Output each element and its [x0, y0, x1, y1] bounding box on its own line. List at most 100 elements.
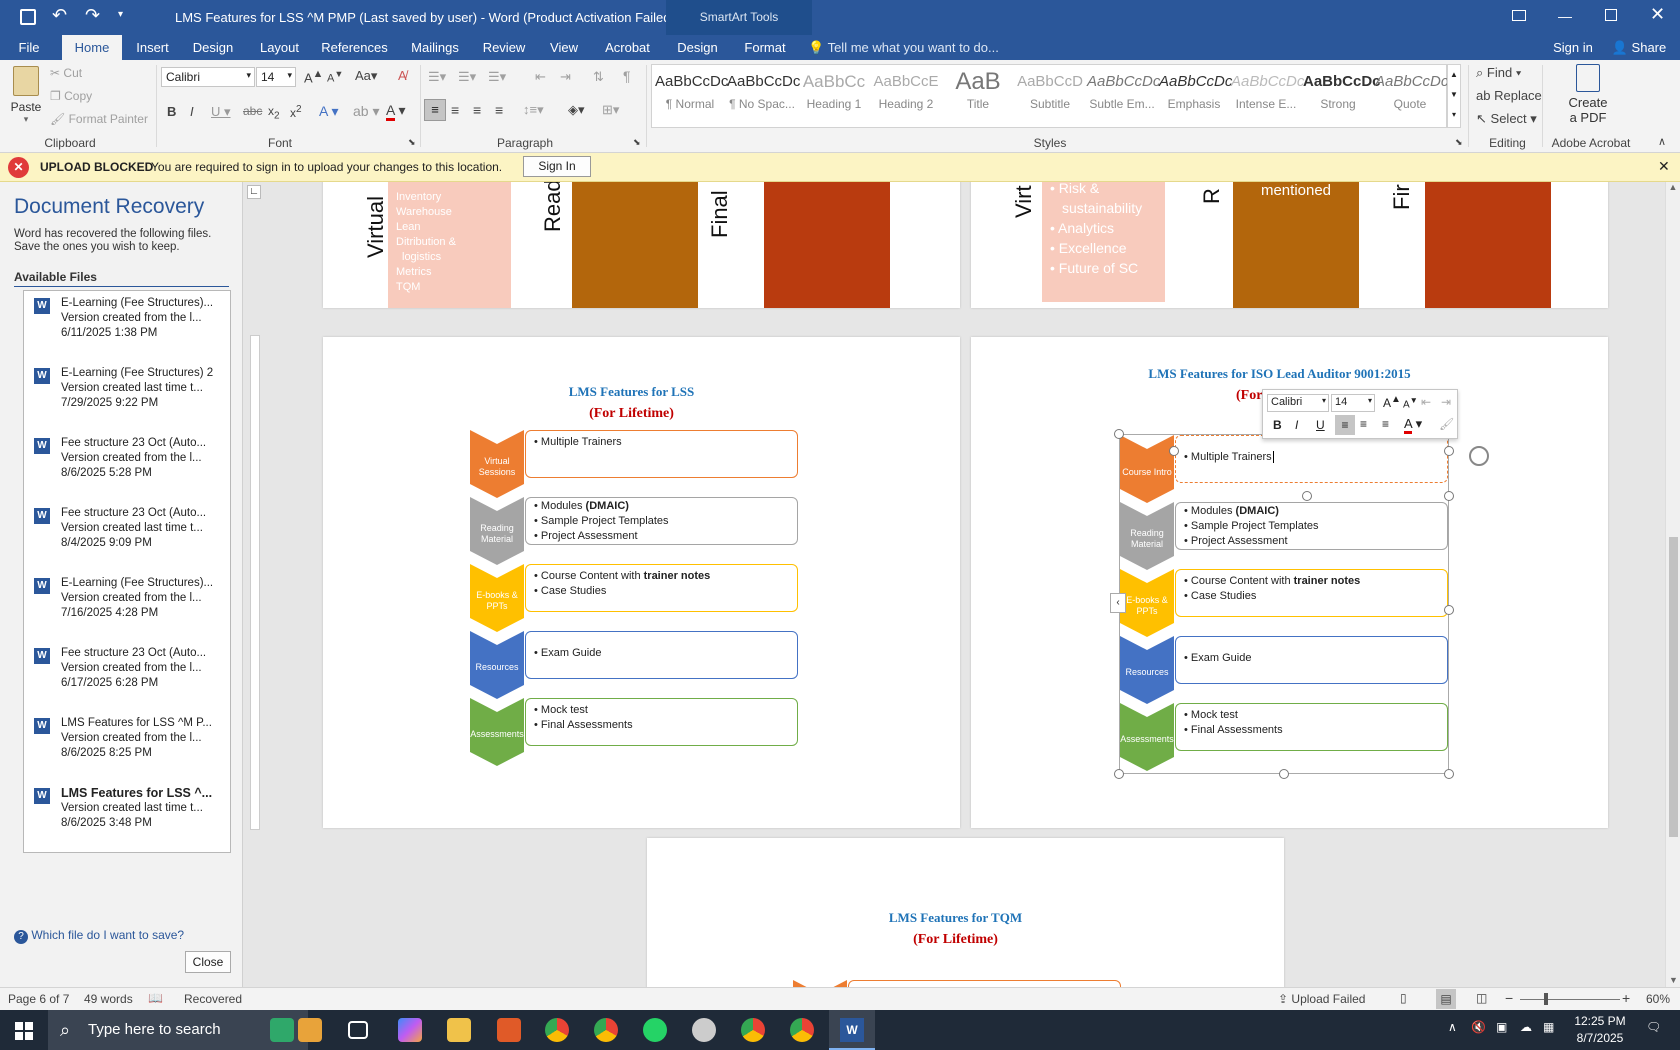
style-heading-1[interactable]: AaBbCc Heading 1 — [799, 67, 869, 111]
sort-icon[interactable]: ⇅ — [593, 69, 604, 85]
font-dialog-launcher-icon[interactable]: ⬊ — [408, 137, 416, 148]
tab-review[interactable]: Review — [480, 35, 528, 60]
paragraph-dialog-launcher-icon[interactable]: ⬊ — [633, 137, 641, 148]
tab-home[interactable]: Home — [62, 35, 122, 60]
style-intense-emphasis[interactable]: AaBbCcDc Intense E... — [1231, 67, 1304, 111]
resize-handle[interactable] — [1444, 769, 1454, 779]
clock-app-icon[interactable] — [692, 1018, 716, 1042]
scroll-thumb[interactable] — [1669, 537, 1678, 837]
cut-button[interactable]: ✂ Cut — [50, 66, 82, 80]
tab-view[interactable]: View — [546, 35, 582, 60]
sign-in-link[interactable]: Sign in — [1548, 35, 1598, 60]
tab-insert[interactable]: Insert — [130, 35, 175, 60]
mini-grow-font-icon[interactable]: A▲ — [1383, 394, 1401, 410]
tray-chevron-icon[interactable]: ∧ — [1448, 1020, 1457, 1034]
copy-button[interactable]: ❐ Copy — [50, 89, 92, 103]
style-title[interactable]: AaB Title — [943, 67, 1013, 111]
grow-font-icon[interactable]: A▲ — [304, 68, 323, 85]
chrome-icon[interactable] — [741, 1018, 765, 1042]
weather-icon[interactable]: ☁ — [1520, 1020, 1532, 1034]
print-layout-icon[interactable]: ▤ — [1436, 989, 1456, 1009]
numbering-icon[interactable]: ☰▾ — [458, 69, 476, 85]
step-text-box[interactable]: • Modules (DMAIC) • Sample Project Templa… — [1175, 502, 1448, 550]
app-icon[interactable] — [270, 1018, 294, 1042]
tab-smartart-design[interactable]: Design — [675, 35, 720, 60]
close-bar-icon[interactable]: ✕ — [1658, 158, 1670, 175]
mini-font-size[interactable]: 14 ▾ — [1331, 394, 1375, 412]
zoom-out-icon[interactable]: − — [1505, 990, 1513, 1006]
shrink-font-icon[interactable]: A▼ — [327, 69, 343, 85]
start-windows-icon[interactable] — [15, 1022, 33, 1040]
bullets-icon[interactable]: ☰▾ — [428, 69, 446, 85]
clear-formatting-icon[interactable]: A̸ — [398, 68, 407, 83]
increase-indent-icon[interactable]: ⇥ — [560, 69, 571, 85]
app-icon[interactable] — [298, 1018, 322, 1042]
style-heading-2[interactable]: AaBbCcE Heading 2 — [871, 67, 941, 111]
clock-time[interactable]: 12:25 PM — [1570, 1014, 1630, 1028]
subscript-icon[interactable]: x2 — [268, 104, 280, 121]
resize-handle[interactable] — [1114, 769, 1124, 779]
mini-decrease-indent-icon[interactable]: ⇤ — [1421, 395, 1431, 409]
resize-handle[interactable] — [1114, 429, 1124, 439]
rotate-handle-icon[interactable] — [1469, 446, 1489, 466]
collapse-ribbon-icon[interactable]: ∧ — [1658, 135, 1666, 148]
chrome-icon[interactable] — [545, 1018, 569, 1042]
styles-dialog-launcher-icon[interactable]: ⬊ — [1455, 137, 1463, 148]
mini-shrink-font-icon[interactable]: A▼ — [1403, 395, 1418, 410]
style-normal[interactable]: AaBbCcDc ¶ Normal — [655, 67, 728, 111]
chrome-icon[interactable] — [790, 1018, 814, 1042]
network-icon[interactable]: ▦ — [1543, 1020, 1554, 1034]
font-color-icon[interactable]: A ▾ — [386, 102, 406, 121]
mini-align-right-icon[interactable]: ≡ — [1382, 417, 1389, 431]
message-sign-in-button[interactable]: Sign In — [523, 156, 591, 177]
borders-icon[interactable]: ⊞▾ — [602, 102, 619, 118]
font-name-box[interactable]: Calibri ▾ — [161, 67, 255, 87]
smartart-iso[interactable]: Course Intro Reading Material E-books & PP… — [1110, 434, 1449, 774]
document-canvas[interactable]: Virtual Inventory Warehouse Lean Ditribu… — [265, 182, 1665, 987]
mini-font-name[interactable]: Calibri ▾ — [1267, 394, 1329, 412]
align-right-icon[interactable]: ≡ — [473, 102, 481, 118]
style-no-spacing[interactable]: AaBbCcDc ¶ No Spac... — [727, 67, 800, 111]
clock-date[interactable]: 8/7/2025 — [1570, 1031, 1630, 1045]
tab-layout[interactable]: Layout — [252, 35, 307, 60]
zoom-in-icon[interactable]: + — [1622, 990, 1630, 1006]
mini-bold-icon[interactable]: B — [1273, 418, 1282, 432]
strikethrough-icon[interactable]: abc — [243, 104, 262, 118]
align-left-icon[interactable]: ≡ — [424, 99, 446, 121]
align-center-icon[interactable]: ≡ — [451, 102, 459, 118]
step-text-box[interactable]: • Exam Guide — [525, 631, 798, 679]
paste-button[interactable]: Paste ▾ — [8, 64, 44, 130]
show-marks-icon[interactable]: ¶ — [623, 68, 631, 84]
undo-icon[interactable]: ↶ — [52, 5, 67, 26]
close-window-button[interactable]: ✕ — [1650, 4, 1665, 25]
page-count[interactable]: Page 6 of 7 — [8, 992, 69, 1006]
copilot-icon[interactable] — [398, 1018, 422, 1042]
read-mode-icon[interactable]: ▯ — [1400, 991, 1407, 1005]
style-strong[interactable]: AaBbCcDc Strong — [1303, 67, 1381, 111]
step-text-box[interactable]: • Modules (DMAIC) • Sample Project Templa… — [525, 497, 798, 545]
tell-me-box[interactable]: 💡 Tell me what you want to do... — [808, 35, 1028, 60]
scroll-up-icon[interactable]: ▲ — [1666, 182, 1680, 192]
tab-file[interactable]: File — [8, 35, 50, 60]
minimize-button[interactable]: — — [1558, 8, 1572, 24]
shape-handle[interactable] — [1444, 491, 1454, 501]
tab-references[interactable]: References — [318, 35, 391, 60]
justify-icon[interactable]: ≡ — [495, 102, 503, 118]
share-button[interactable]: 👤 Share — [1607, 35, 1671, 60]
chrome-icon[interactable] — [594, 1018, 618, 1042]
word-taskbar-button[interactable]: W — [829, 1010, 875, 1050]
mini-underline-icon[interactable]: U — [1316, 418, 1325, 432]
web-layout-icon[interactable]: ◫ — [1476, 991, 1487, 1005]
mini-increase-indent-icon[interactable]: ⇥ — [1441, 395, 1451, 409]
step-text-box[interactable]: • Mock test • Final Assessments — [1175, 703, 1448, 751]
ribbon-display-options-icon[interactable] — [1512, 10, 1526, 21]
line-spacing-icon[interactable]: ↕≡▾ — [523, 102, 544, 118]
step-text-box[interactable]: • Multiple Trainers — [525, 430, 798, 478]
mini-align-left-icon[interactable]: ≡ — [1335, 415, 1355, 435]
shading-icon[interactable]: ◈▾ — [568, 102, 585, 118]
select-button[interactable]: ↖ Select ▾ — [1476, 111, 1537, 127]
create-pdf-button[interactable]: Create a PDF — [1550, 64, 1626, 128]
italic-icon[interactable]: I — [190, 104, 194, 119]
change-case-icon[interactable]: Aa▾ — [355, 68, 377, 84]
smartart-lss[interactable]: Virtual Sessions Reading Material E-books … — [470, 430, 800, 780]
